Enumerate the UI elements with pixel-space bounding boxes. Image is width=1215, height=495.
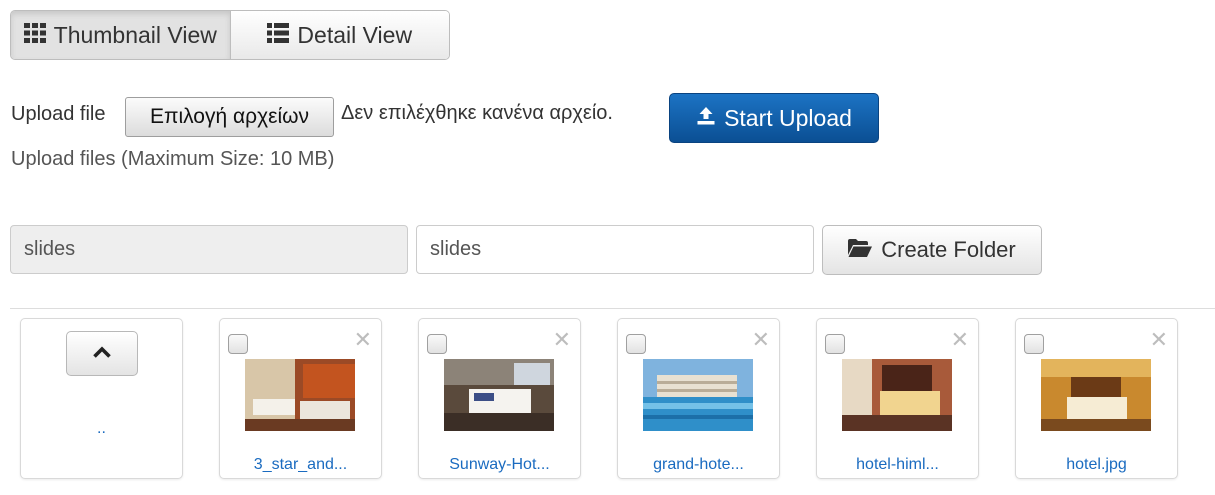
thumbnail-view-label: Thumbnail View: [53, 21, 217, 48]
chevron-up-icon: [93, 345, 111, 363]
choose-files-button[interactable]: Επιλογή αρχείων: [125, 97, 334, 137]
file-select-checkbox[interactable]: [427, 334, 447, 354]
file-name-link[interactable]: hotel-himl...: [817, 456, 978, 474]
file-select-checkbox[interactable]: [626, 334, 646, 354]
hotel-room-thumbnail[interactable]: [444, 359, 554, 431]
file-tile: ✕ grand-hote...: [617, 318, 780, 479]
divider: [10, 308, 1215, 309]
delete-file-icon[interactable]: ✕: [1150, 329, 1168, 351]
hotel-exterior-thumbnail[interactable]: [643, 359, 753, 431]
file-name-link[interactable]: grand-hote...: [618, 456, 779, 474]
delete-file-icon[interactable]: ✕: [553, 329, 571, 351]
file-name-link[interactable]: hotel.jpg: [1016, 456, 1177, 474]
delete-file-icon[interactable]: ✕: [951, 329, 969, 351]
file-select-checkbox[interactable]: [825, 334, 845, 354]
grid-icon: [23, 22, 46, 49]
list-icon: [267, 22, 290, 49]
parent-folder-link[interactable]: ..: [21, 420, 182, 438]
create-folder-button[interactable]: Create Folder: [822, 225, 1042, 275]
delete-file-icon[interactable]: ✕: [752, 329, 770, 351]
create-folder-label: Create Folder: [881, 237, 1016, 262]
file-select-checkbox[interactable]: [1024, 334, 1044, 354]
file-select-checkbox[interactable]: [228, 334, 248, 354]
thumbnail-view-button[interactable]: Thumbnail View: [11, 11, 230, 59]
file-name-link[interactable]: 3_star_and...: [220, 456, 381, 474]
hotel-room-thumbnail[interactable]: [245, 359, 355, 431]
file-tile: ✕ Sunway-Hot...: [418, 318, 581, 479]
parent-folder-tile[interactable]: ..: [20, 318, 183, 479]
new-folder-input[interactable]: [416, 225, 814, 274]
upload-icon: [696, 105, 716, 132]
start-upload-label: Start Upload: [724, 104, 852, 131]
max-size-note: Upload files (Maximum Size: 10 MB): [11, 148, 335, 170]
hotel-room-thumbnail[interactable]: [1041, 359, 1151, 431]
go-up-button[interactable]: [66, 331, 138, 376]
upload-file-label: Upload file: [11, 103, 106, 125]
start-upload-button[interactable]: Start Upload: [669, 93, 879, 143]
file-tile: ✕ 3_star_and...: [219, 318, 382, 479]
detail-view-label: Detail View: [297, 21, 413, 48]
detail-view-button[interactable]: Detail View: [229, 11, 449, 59]
hotel-room-thumbnail[interactable]: [842, 359, 952, 431]
file-name-link[interactable]: Sunway-Hot...: [419, 456, 580, 474]
file-tile: ✕ hotel-himl...: [816, 318, 979, 479]
view-toggle: Thumbnail View Detail View: [10, 10, 450, 60]
file-tile: ✕ hotel.jpg: [1015, 318, 1178, 479]
folder-open-icon: [848, 237, 873, 263]
delete-file-icon[interactable]: ✕: [354, 329, 372, 351]
current-folder-path: slides: [10, 225, 408, 274]
no-file-chosen-text: Δεν επιλέχθηκε κανένα αρχείο.: [341, 102, 613, 124]
